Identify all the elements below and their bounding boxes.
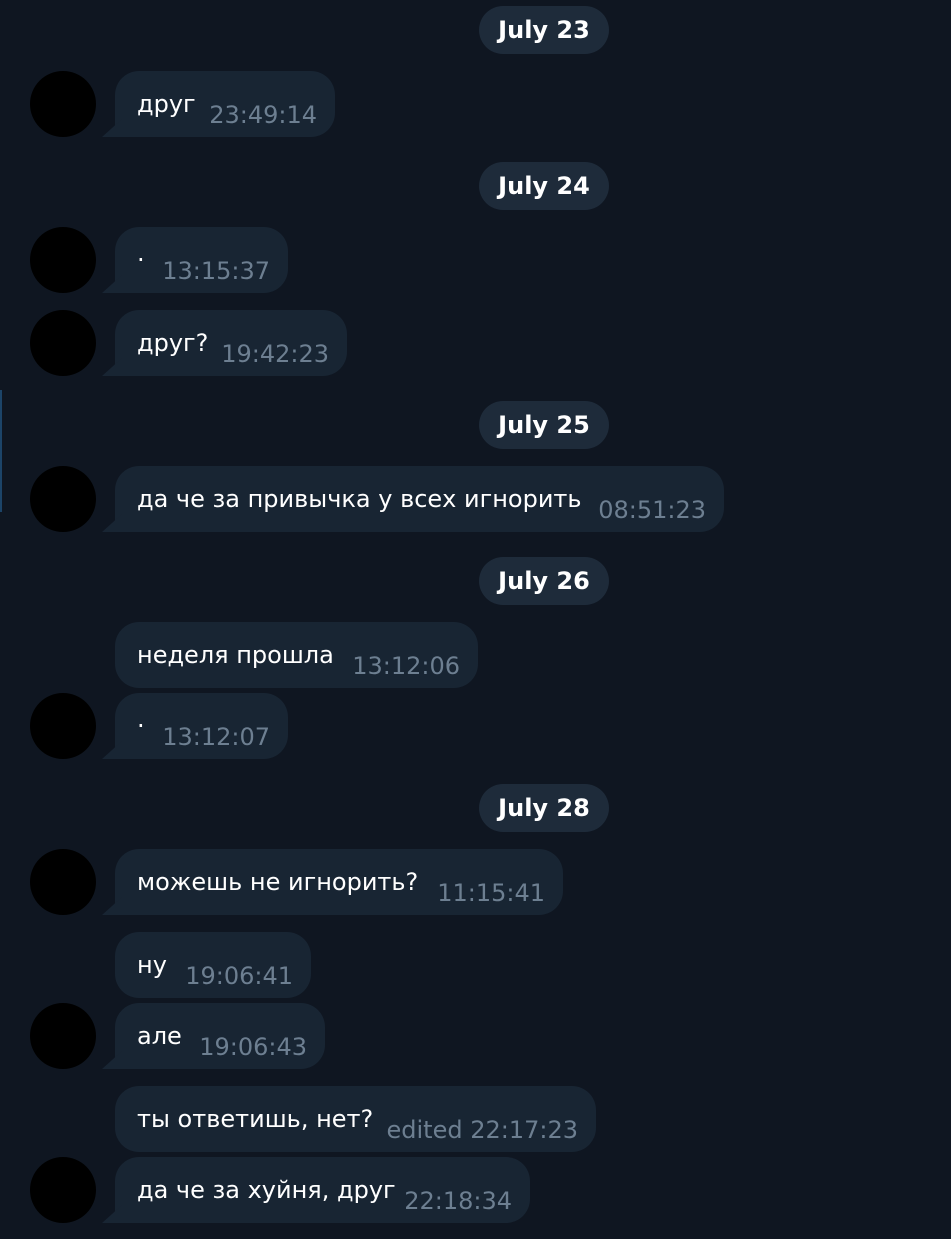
- message-time: 19:06:43: [199, 1033, 307, 1061]
- scroll-edge-indicator: [0, 390, 2, 512]
- date-separator: July 24: [479, 162, 609, 210]
- message-bubble[interactable]: · 13:15:37: [115, 227, 288, 293]
- message-text: але: [137, 1022, 182, 1050]
- message-bubble[interactable]: можешь не игнорить? 11:15:41: [115, 849, 563, 915]
- message-bubble[interactable]: неделя прошла 13:12:06: [115, 622, 478, 688]
- message-time: 13:12:06: [352, 652, 460, 680]
- message-text: ну: [137, 951, 167, 979]
- avatar[interactable]: [30, 227, 96, 293]
- message-text: можешь не игнорить?: [137, 868, 419, 896]
- avatar[interactable]: [30, 310, 96, 376]
- message-bubble[interactable]: да че за привычка у всех игнорить 08:51:…: [115, 466, 724, 532]
- message-time: 13:12:07: [162, 723, 270, 751]
- message-bubble[interactable]: друг? 19:42:23: [115, 310, 347, 376]
- message-time: 13:15:37: [162, 257, 270, 285]
- date-separator: July 23: [479, 6, 609, 54]
- date-separator: July 26: [479, 557, 609, 605]
- message-time: 19:06:41: [185, 962, 293, 990]
- message-text: друг: [137, 90, 196, 118]
- message-bubble[interactable]: да че за хуйня, друг 22:18:34: [115, 1157, 530, 1223]
- avatar[interactable]: [30, 1157, 96, 1223]
- message-text: неделя прошла: [137, 641, 334, 669]
- message-time: 22:18:34: [404, 1187, 512, 1215]
- avatar[interactable]: [30, 71, 96, 137]
- avatar[interactable]: [30, 466, 96, 532]
- message-time: 11:15:41: [437, 879, 545, 907]
- message-bubble[interactable]: ты ответишь, нет? edited 22:17:23: [115, 1086, 596, 1152]
- avatar[interactable]: [30, 1003, 96, 1069]
- message-text: да че за привычка у всех игнорить: [137, 485, 582, 513]
- message-time: 23:49:14: [209, 101, 317, 129]
- message-bubble[interactable]: ну 19:06:41: [115, 932, 311, 998]
- avatar[interactable]: [30, 849, 96, 915]
- message-time: edited 22:17:23: [386, 1116, 579, 1144]
- message-bubble[interactable]: · 13:12:07: [115, 693, 288, 759]
- message-text: друг?: [137, 329, 209, 357]
- date-separator: July 28: [479, 784, 609, 832]
- message-text: ты ответишь, нет?: [137, 1105, 374, 1133]
- message-bubble[interactable]: але 19:06:43: [115, 1003, 325, 1069]
- date-separator: July 25: [479, 401, 609, 449]
- message-time: 19:42:23: [221, 340, 329, 368]
- message-text: ·: [137, 712, 145, 740]
- message-bubble[interactable]: друг 23:49:14: [115, 71, 335, 137]
- message-time: 08:51:23: [598, 496, 706, 524]
- message-text: да че за хуйня, друг: [137, 1176, 396, 1204]
- message-text: ·: [137, 246, 145, 274]
- avatar[interactable]: [30, 693, 96, 759]
